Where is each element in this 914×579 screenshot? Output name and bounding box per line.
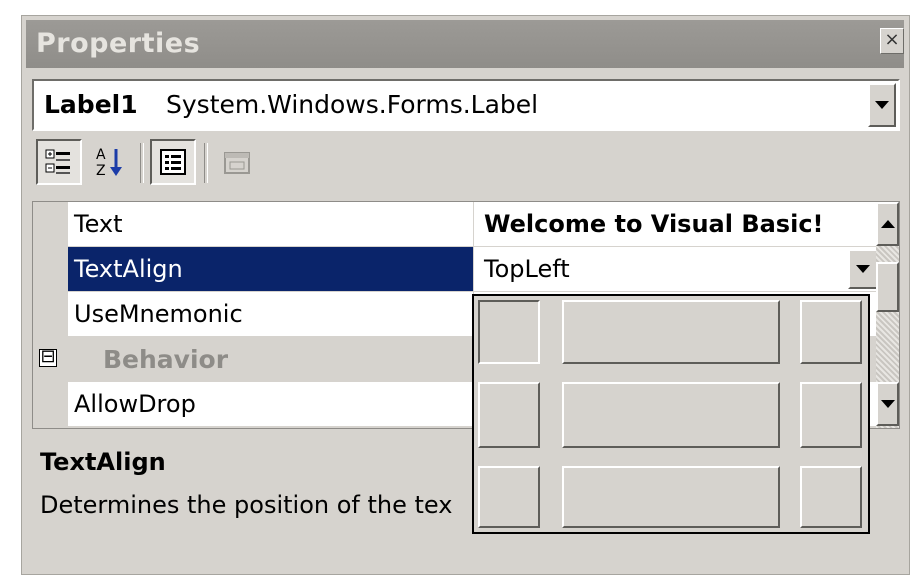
property-pages-icon xyxy=(224,152,250,174)
object-name: Label1 xyxy=(44,90,138,119)
categorized-button[interactable] xyxy=(36,139,82,185)
title-bar[interactable]: Properties × xyxy=(26,20,904,68)
property-name: UseMnemonic xyxy=(68,292,473,336)
vertical-scrollbar[interactable] xyxy=(876,202,899,428)
align-option-middleright[interactable] xyxy=(800,382,862,448)
chevron-down-icon xyxy=(875,101,889,109)
object-selector[interactable]: Label1 System.Windows.Forms.Label xyxy=(32,79,900,131)
window-title: Properties xyxy=(36,28,201,59)
description-title: TextAlign xyxy=(40,448,166,476)
align-option-middleleft[interactable] xyxy=(478,382,540,448)
toolbar-separator xyxy=(204,143,208,183)
close-icon: × xyxy=(884,29,900,50)
property-name: Text xyxy=(68,202,473,246)
toolbar: A Z xyxy=(32,139,900,193)
align-option-middlecenter[interactable] xyxy=(562,382,780,448)
category-name: Behavior xyxy=(103,345,229,374)
categorized-icon xyxy=(45,149,70,174)
object-selector-dropdown-button[interactable] xyxy=(868,83,896,127)
property-row-textalign[interactable]: TextAlign TopLeft xyxy=(33,247,878,292)
scroll-down-button[interactable] xyxy=(876,382,899,426)
property-row-text[interactable]: Text Welcome to Visual Basic! xyxy=(33,202,878,247)
properties-icon xyxy=(160,149,186,175)
svg-text:A: A xyxy=(96,147,106,163)
scroll-up-button[interactable] xyxy=(876,202,899,246)
svg-text:Z: Z xyxy=(96,163,106,179)
properties-button[interactable] xyxy=(150,139,196,185)
textalign-dropdown-button[interactable] xyxy=(848,249,878,289)
description-text: Determines the position of the tex xyxy=(40,491,453,519)
align-option-bottomcenter[interactable] xyxy=(562,466,780,528)
collapse-icon[interactable]: ⊟ xyxy=(39,348,57,367)
alphabetical-icon: A Z xyxy=(96,147,122,179)
property-name: AllowDrop xyxy=(68,382,473,426)
align-option-bottomright[interactable] xyxy=(800,466,862,528)
object-type: System.Windows.Forms.Label xyxy=(166,90,539,119)
property-name: TextAlign xyxy=(68,247,473,291)
property-value[interactable]: Welcome to Visual Basic! xyxy=(474,202,878,246)
property-pages-button[interactable] xyxy=(214,139,260,185)
chevron-down-icon xyxy=(856,265,870,273)
close-button[interactable]: × xyxy=(880,28,904,54)
align-option-bottomleft[interactable] xyxy=(478,466,540,528)
property-value[interactable]: TopLeft xyxy=(474,247,878,291)
toolbar-separator xyxy=(140,143,144,183)
textalign-dropdown-popup xyxy=(472,294,870,534)
align-option-topright[interactable] xyxy=(800,300,862,364)
align-option-topleft[interactable] xyxy=(478,300,540,364)
alphabetical-button[interactable]: A Z xyxy=(86,139,132,185)
chevron-down-icon xyxy=(880,400,895,408)
scroll-thumb[interactable] xyxy=(876,262,899,312)
chevron-up-icon xyxy=(880,220,895,228)
align-option-topcenter[interactable] xyxy=(562,300,780,364)
